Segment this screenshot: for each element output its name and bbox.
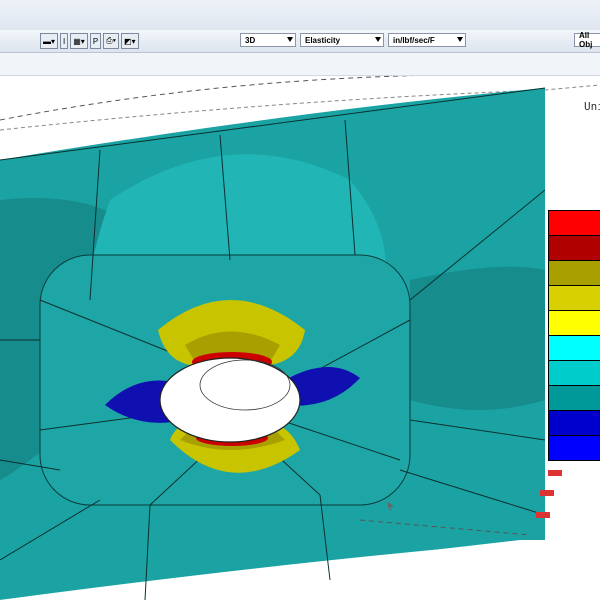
model-viewport[interactable]: Uni <box>0 76 600 600</box>
legend-swatch <box>549 286 600 311</box>
chevron-down-icon <box>287 37 293 42</box>
units-select[interactable]: in/lbf/sec/F <box>388 33 466 47</box>
layers-icon[interactable]: ▦▾ <box>70 33 88 49</box>
legend-swatch <box>549 261 600 286</box>
legend-swatch <box>549 311 600 336</box>
legend-swatch <box>549 236 600 261</box>
hole-opening <box>159 357 301 443</box>
fea-contour-plot <box>0 76 600 600</box>
main-toolbar: ▬▾ I ▦▾ P ⎙▾ ◩▾ 3D Elasticity in/lbf/sec… <box>0 30 600 53</box>
chevron-down-icon <box>457 37 463 42</box>
legend-swatch <box>549 336 600 361</box>
property-select-value: Elasticity <box>305 35 341 45</box>
legend-swatch <box>549 361 600 386</box>
mode-select-value: 3D <box>245 35 256 45</box>
toolbar-icon-group: ▬▾ I ▦▾ P ⎙▾ ◩▾ <box>40 33 139 49</box>
beam-icon[interactable]: I <box>60 33 69 49</box>
contour-dark-right <box>410 266 545 410</box>
mode-select[interactable]: 3D <box>240 33 296 47</box>
pointer-icon[interactable]: P <box>89 33 102 49</box>
object-filter-value: All Obj <box>579 31 593 49</box>
chevron-down-icon <box>375 37 381 42</box>
units-select-value: in/lbf/sec/F <box>393 35 435 45</box>
print-icon[interactable]: ⎙▾ <box>103 33 119 49</box>
secondary-bar <box>0 53 600 76</box>
legend-swatch <box>549 436 600 460</box>
property-select[interactable]: Elasticity <box>300 33 384 47</box>
contour-legend <box>548 210 600 461</box>
object-filter-select[interactable]: All Obj <box>574 31 600 49</box>
legend-swatch <box>549 211 600 236</box>
title-strip <box>0 0 600 31</box>
render-options-icon[interactable]: ◩▾ <box>120 33 139 49</box>
legend-swatch <box>549 411 600 436</box>
legend-swatch <box>549 386 600 411</box>
units-label: Uni <box>584 100 600 113</box>
display-mode-icon[interactable]: ▬▾ <box>40 33 59 49</box>
